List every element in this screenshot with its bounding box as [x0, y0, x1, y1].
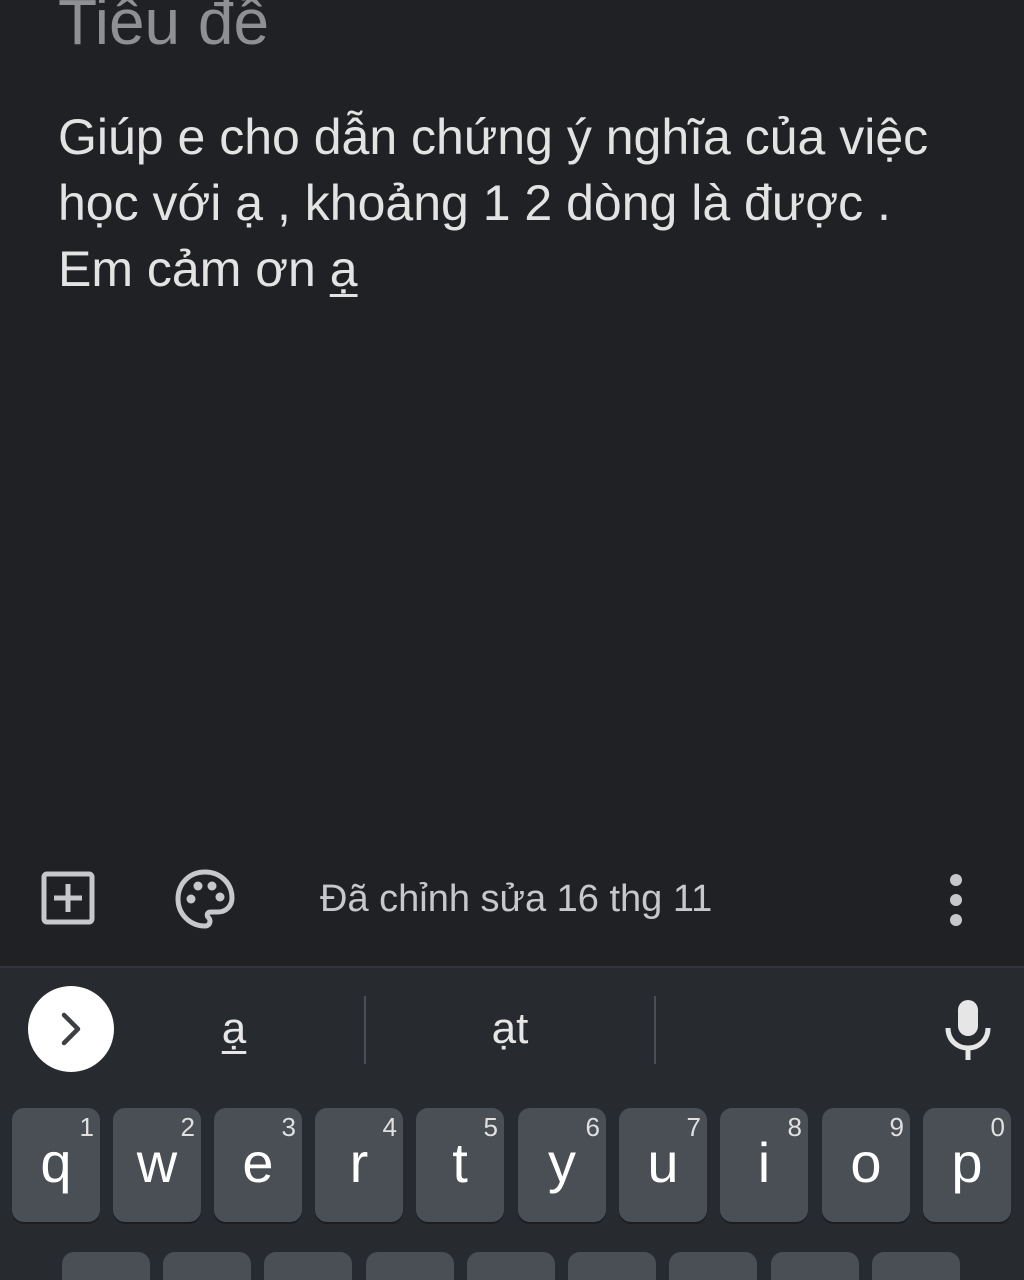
- suggestion-divider: [654, 996, 656, 1064]
- chevron-right-icon[interactable]: [28, 986, 114, 1072]
- key-y[interactable]: 6y: [518, 1108, 606, 1222]
- note-body-text: Giúp e cho dẫn chứng ý nghĩa của việc họ…: [58, 109, 929, 297]
- key-letter: t: [452, 1131, 468, 1194]
- key-letter: u: [647, 1131, 679, 1194]
- key-letter: i: [757, 1131, 771, 1194]
- key-k[interactable]: [771, 1252, 859, 1280]
- key-letter: r: [349, 1131, 369, 1194]
- key-l[interactable]: [872, 1252, 960, 1280]
- keyboard-row-2-partial: [0, 1252, 1024, 1280]
- key-letter: e: [242, 1131, 274, 1194]
- key-r[interactable]: 4r: [315, 1108, 403, 1222]
- mic-icon[interactable]: [940, 998, 996, 1062]
- key-letter: w: [136, 1131, 178, 1194]
- composing-word: ạ: [329, 241, 358, 297]
- key-letter: q: [40, 1131, 72, 1194]
- key-i[interactable]: 8i: [720, 1108, 808, 1222]
- key-d[interactable]: [264, 1252, 352, 1280]
- key-w[interactable]: 2w: [113, 1108, 201, 1222]
- key-a[interactable]: [62, 1252, 150, 1280]
- key-e[interactable]: 3e: [214, 1108, 302, 1222]
- more-vert-icon[interactable]: [930, 868, 982, 932]
- key-t[interactable]: 5t: [416, 1108, 504, 1222]
- key-f[interactable]: [366, 1252, 454, 1280]
- suggestion-1[interactable]: ạ: [184, 1004, 284, 1054]
- note-title-input[interactable]: Tiêu đề: [58, 0, 269, 62]
- suggestion-2[interactable]: ạt: [440, 1004, 580, 1054]
- key-u[interactable]: 7u: [619, 1108, 707, 1222]
- key-s[interactable]: [163, 1252, 251, 1280]
- key-q[interactable]: 1q: [12, 1108, 100, 1222]
- key-letter: y: [548, 1131, 576, 1194]
- note-body-input[interactable]: Giúp e cho dẫn chứng ý nghĩa của việc họ…: [58, 104, 938, 302]
- screen: Tiêu đề Giúp e cho dẫn chứng ý nghĩa của…: [0, 0, 1024, 1280]
- suggestion-divider: [364, 996, 366, 1064]
- soft-keyboard: ạ ạt 1q 2w 3e 4r 5t 6y 7u 8i 9o 0p: [0, 966, 1024, 1280]
- add-box-icon[interactable]: [38, 868, 98, 928]
- key-letter: p: [951, 1131, 983, 1194]
- key-j[interactable]: [669, 1252, 757, 1280]
- key-h[interactable]: [568, 1252, 656, 1280]
- key-letter: o: [850, 1131, 882, 1194]
- key-p[interactable]: 0p: [923, 1108, 1011, 1222]
- palette-icon[interactable]: [172, 866, 238, 932]
- suggestion-strip: ạ ạt: [0, 968, 1024, 1094]
- key-o[interactable]: 9o: [822, 1108, 910, 1222]
- editor-bottom-bar: Đã chỉnh sửa 16 thg 11: [0, 856, 1024, 946]
- keyboard-row-1: 1q 2w 3e 4r 5t 6y 7u 8i 9o 0p: [0, 1108, 1024, 1226]
- edited-timestamp: Đã chỉnh sửa 16 thg 11: [320, 878, 713, 920]
- key-g[interactable]: [467, 1252, 555, 1280]
